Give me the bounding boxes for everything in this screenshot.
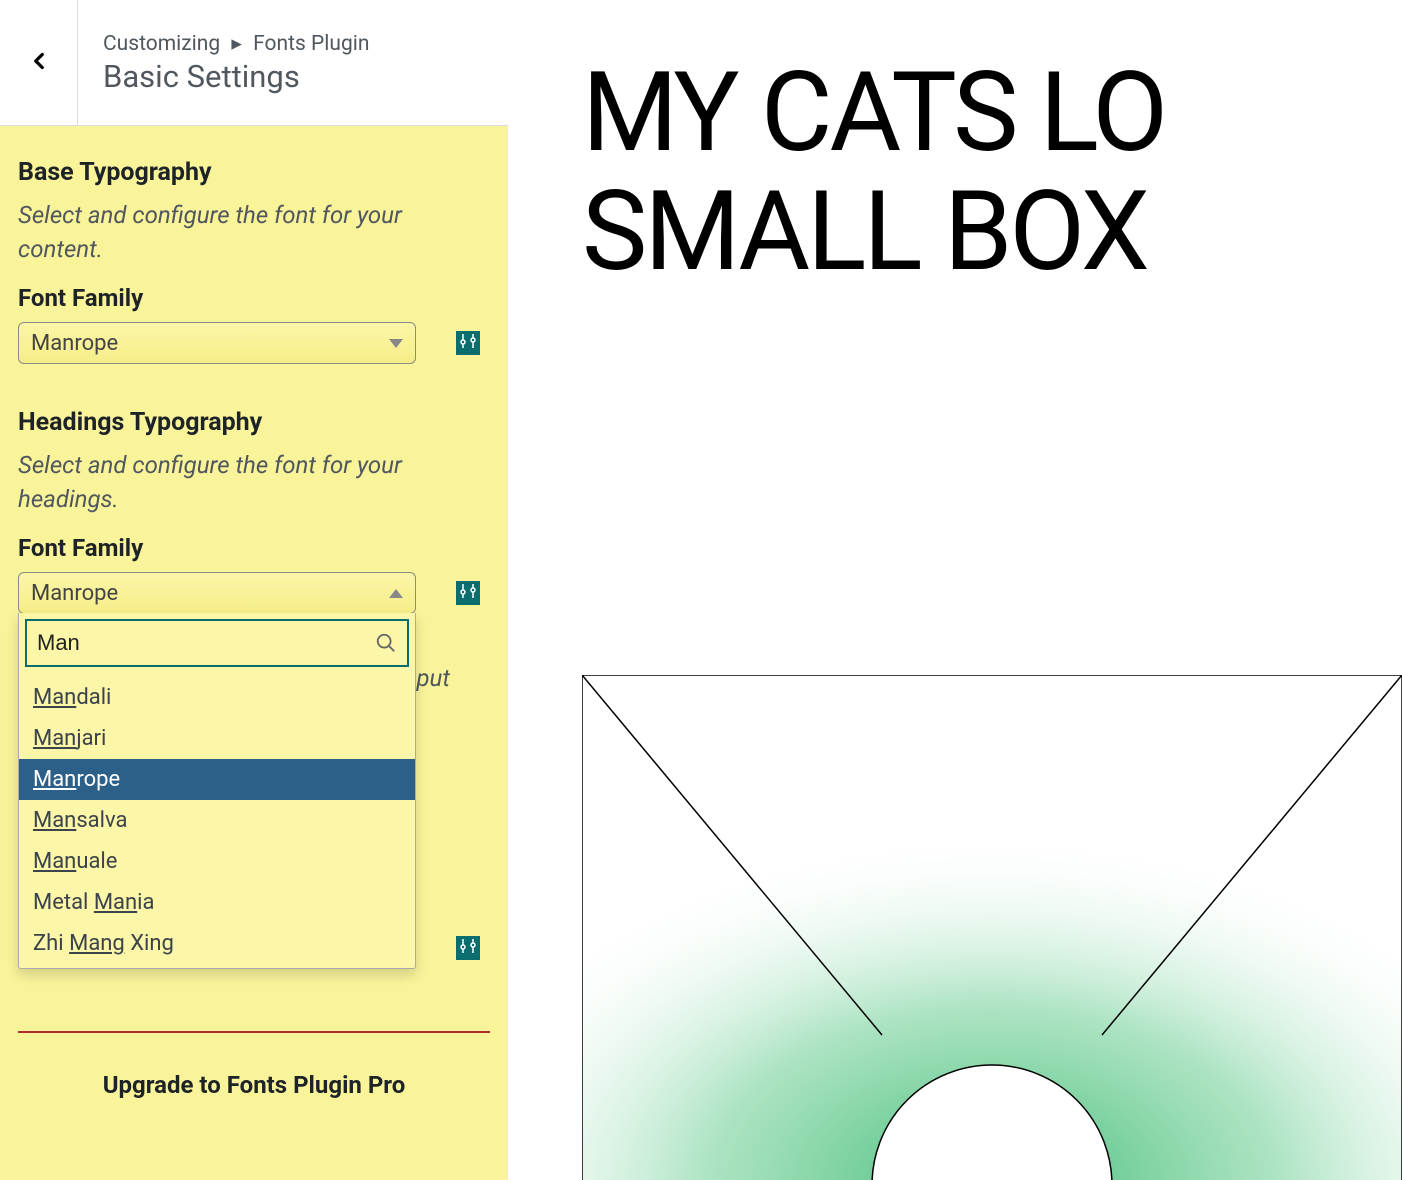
font-option[interactable]: Manuale: [19, 841, 415, 882]
base-font-family-label: Font Family: [18, 284, 490, 312]
font-option[interactable]: Mansalva: [19, 800, 415, 841]
site-preview: MY CATS LO SMALL BOX: [508, 0, 1402, 1180]
font-search-input[interactable]: [25, 619, 409, 667]
base-font-settings-button[interactable]: [456, 331, 480, 355]
select-value: Manrope: [31, 331, 118, 356]
headings-typography-desc: Select and configure the font for your h…: [18, 449, 490, 516]
font-option[interactable]: Metal Mania: [19, 882, 415, 923]
customizer-sidebar: Customizing ▸ Fonts Plugin Basic Setting…: [0, 0, 508, 1180]
breadcrumb: Customizing ▸ Fonts Plugin: [103, 31, 483, 56]
headings-typography-heading: Headings Typography: [18, 408, 490, 437]
preview-heading: MY CATS LO SMALL BOX: [582, 54, 1402, 292]
settings-panel: Base Typography Select and configure the…: [0, 126, 508, 1180]
font-option[interactable]: Zhi Mang Xing: [19, 923, 415, 964]
font-option[interactable]: Manrope: [19, 759, 415, 800]
font-option-list: MandaliManjariManropeMansalvaManualeMeta…: [19, 673, 415, 968]
headings-font-settings-button[interactable]: [456, 581, 480, 605]
headings-font-family-label: Font Family: [18, 534, 490, 562]
base-font-family-select[interactable]: Manrope: [18, 322, 416, 364]
upgrade-link[interactable]: Upgrade to Fonts Plugin Pro: [18, 1031, 490, 1099]
chevron-up-icon: [389, 589, 403, 598]
select-value: Manrope: [31, 581, 118, 606]
envelope-illustration: [582, 675, 1402, 1180]
chevron-down-icon: [389, 339, 403, 348]
back-button[interactable]: [0, 0, 78, 125]
sliders-icon: [460, 583, 476, 603]
font-dropdown-panel: MandaliManjariManropeMansalvaManualeMeta…: [18, 613, 416, 969]
base-typography-desc: Select and configure the font for your c…: [18, 199, 490, 266]
headings-font-family-select[interactable]: Manrope: [18, 572, 416, 614]
font-option[interactable]: Manjari: [19, 718, 415, 759]
sliders-icon: [460, 938, 476, 958]
breadcrumb-section: Fonts Plugin: [253, 32, 369, 56]
breadcrumb-root: Customizing: [103, 32, 220, 56]
breadcrumb-separator-icon: ▸: [231, 32, 242, 56]
font-option[interactable]: Mandali: [19, 677, 415, 718]
customizer-header: Customizing ▸ Fonts Plugin Basic Setting…: [0, 0, 508, 126]
base-typography-heading: Base Typography: [18, 158, 490, 187]
chevron-left-icon: [26, 48, 52, 78]
page-title: Basic Settings: [103, 58, 483, 95]
input-font-settings-button[interactable]: [456, 936, 480, 960]
sliders-icon: [460, 333, 476, 353]
